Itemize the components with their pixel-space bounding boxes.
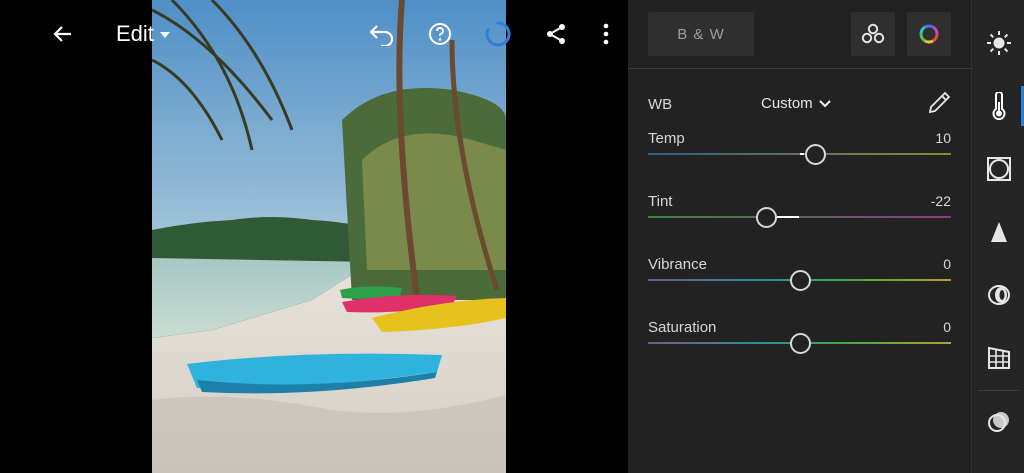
undo-button[interactable] bbox=[362, 14, 402, 54]
share-icon bbox=[547, 24, 565, 44]
rail-divider bbox=[978, 390, 1019, 391]
wb-label: WB bbox=[648, 96, 673, 113]
slider-vibrance: Vibrance 0 bbox=[628, 256, 971, 316]
thermometer-icon bbox=[992, 92, 1005, 120]
slider-tint-fill bbox=[777, 216, 800, 218]
help-button[interactable] bbox=[420, 14, 460, 54]
arrow-left-icon bbox=[53, 26, 71, 42]
edit-mode-dropdown[interactable]: Edit bbox=[116, 20, 170, 48]
slider-saturation-value[interactable]: 0 bbox=[943, 319, 951, 335]
top-toolbar: Edit bbox=[0, 0, 628, 68]
share-button[interactable] bbox=[536, 14, 576, 54]
slider-vibrance-label: Vibrance bbox=[648, 256, 707, 273]
beach-photo[interactable] bbox=[152, 0, 506, 473]
slider-saturation-label: Saturation bbox=[648, 319, 717, 336]
sun-icon bbox=[986, 31, 1011, 55]
presets-icon bbox=[861, 23, 885, 44]
white-balance-row: WB Custom bbox=[628, 88, 971, 120]
color-mix-button[interactable] bbox=[907, 12, 951, 56]
color-edit-panel: B & W WB Custom Temp 10 Tint -22 Vibranc… bbox=[628, 0, 971, 473]
sync-spinner-icon bbox=[485, 21, 511, 47]
slider-temp: Temp 10 bbox=[628, 130, 971, 190]
black-white-button[interactable]: B & W bbox=[648, 12, 754, 56]
presets-button[interactable] bbox=[851, 12, 895, 56]
rail-masking-button[interactable] bbox=[972, 397, 1024, 447]
slider-temp-fill bbox=[799, 153, 804, 155]
grid-perspective-icon bbox=[987, 346, 1010, 369]
wb-preset-dropdown[interactable]: Custom bbox=[761, 95, 831, 112]
slider-tint: Tint -22 bbox=[628, 193, 971, 253]
slider-temp-thumb[interactable] bbox=[804, 144, 826, 165]
rail-geometry-button[interactable] bbox=[972, 333, 1024, 383]
photo-image bbox=[152, 0, 506, 473]
slider-tint-value[interactable]: -22 bbox=[931, 193, 951, 209]
color-profile-icon bbox=[919, 24, 939, 44]
sync-status-button[interactable] bbox=[478, 14, 518, 54]
slider-tint-label: Tint bbox=[648, 193, 673, 210]
rail-optics-button[interactable] bbox=[972, 270, 1024, 320]
wb-preset-value: Custom bbox=[761, 95, 813, 112]
slider-vibrance-value[interactable]: 0 bbox=[943, 256, 951, 272]
slider-tint-track[interactable] bbox=[648, 216, 951, 218]
more-options-button[interactable] bbox=[586, 14, 626, 54]
slider-temp-value[interactable]: 10 bbox=[935, 130, 951, 146]
rail-light-button[interactable] bbox=[972, 18, 1024, 68]
more-vertical-icon bbox=[603, 23, 609, 45]
rail-color-button[interactable] bbox=[972, 81, 1024, 131]
slider-saturation: Saturation 0 bbox=[628, 319, 971, 379]
eyedropper-icon bbox=[928, 91, 951, 114]
lens-icon bbox=[987, 285, 1010, 305]
wb-eyedropper-button[interactable] bbox=[926, 90, 952, 116]
edit-mode-label: Edit bbox=[116, 21, 154, 46]
slider-tint-thumb[interactable] bbox=[756, 207, 778, 228]
slider-vibrance-thumb[interactable] bbox=[789, 270, 811, 291]
rail-detail-button[interactable] bbox=[972, 207, 1024, 257]
slider-saturation-thumb[interactable] bbox=[789, 333, 811, 354]
vignette-icon bbox=[986, 157, 1011, 181]
rail-effects-button[interactable] bbox=[972, 144, 1024, 194]
panel-header: B & W bbox=[628, 0, 971, 69]
tool-rail bbox=[971, 0, 1024, 473]
back-button[interactable] bbox=[43, 14, 83, 54]
chevron-down-icon bbox=[159, 32, 170, 38]
mask-circles-icon bbox=[987, 412, 1009, 432]
slider-temp-label: Temp bbox=[648, 130, 685, 147]
undo-icon bbox=[369, 25, 394, 46]
help-icon bbox=[429, 23, 451, 45]
chevron-down-icon bbox=[818, 99, 831, 107]
photo-viewer: Edit bbox=[0, 0, 628, 473]
triangle-icon bbox=[990, 222, 1007, 242]
